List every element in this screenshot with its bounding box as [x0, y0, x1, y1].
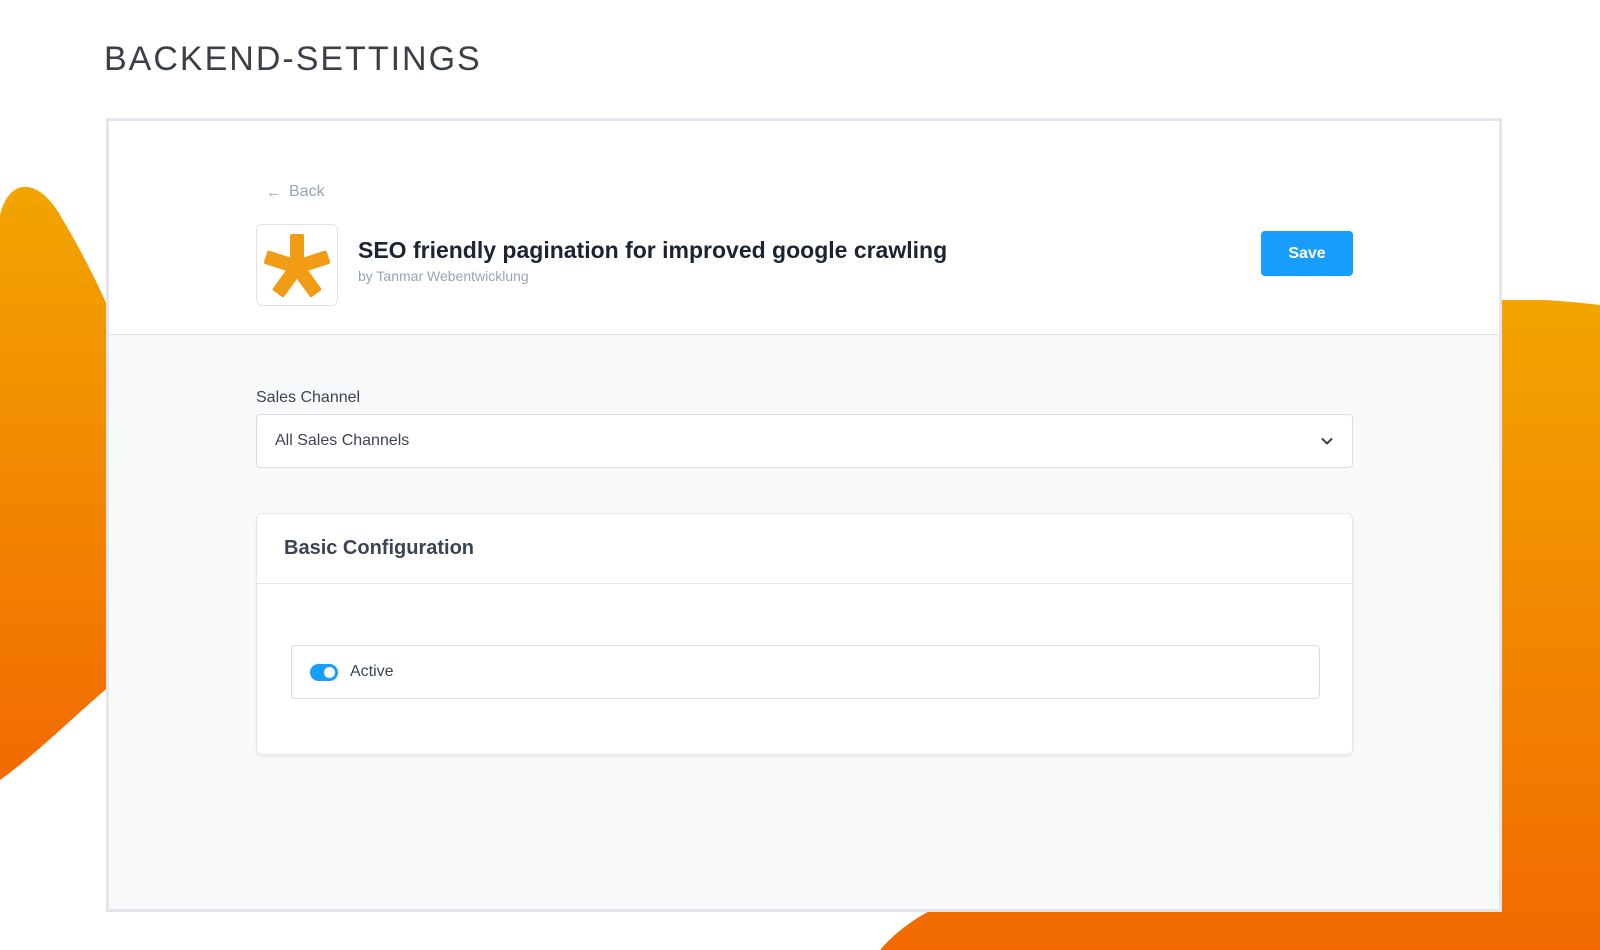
sales-channel-value: All Sales Channels [275, 432, 410, 449]
arrow-left-icon: ← [266, 183, 281, 201]
save-button[interactable]: Save [1261, 231, 1353, 276]
plugin-logo [256, 224, 338, 306]
back-link[interactable]: ← Back [266, 183, 325, 201]
active-toggle[interactable] [310, 663, 338, 681]
plugin-header: ← Back SEO friendly pagination for impro… [109, 121, 1499, 335]
active-switch-field: Active [291, 645, 1320, 699]
card-title: Basic Configuration [284, 537, 475, 559]
back-label: Back [289, 183, 325, 200]
plugin-title: SEO friendly pagination for improved goo… [358, 237, 948, 263]
basic-configuration-card: Basic Configuration Active [256, 513, 1353, 755]
admin-window: ← Back SEO friendly pagination for impro… [106, 118, 1502, 912]
sales-channel-label: Sales Channel [256, 389, 361, 406]
chevron-down-icon [1321, 438, 1333, 445]
asterisk-logo-icon [263, 234, 331, 298]
plugin-author: by Tanmar Webentwicklung [358, 268, 529, 284]
active-label: Active [350, 663, 394, 680]
card-header: Basic Configuration [257, 514, 1352, 584]
toggle-knob [324, 666, 335, 678]
sales-channel-select[interactable]: All Sales Channels [256, 414, 1353, 468]
page-heading: BACKEND-SETTINGS [104, 40, 482, 78]
